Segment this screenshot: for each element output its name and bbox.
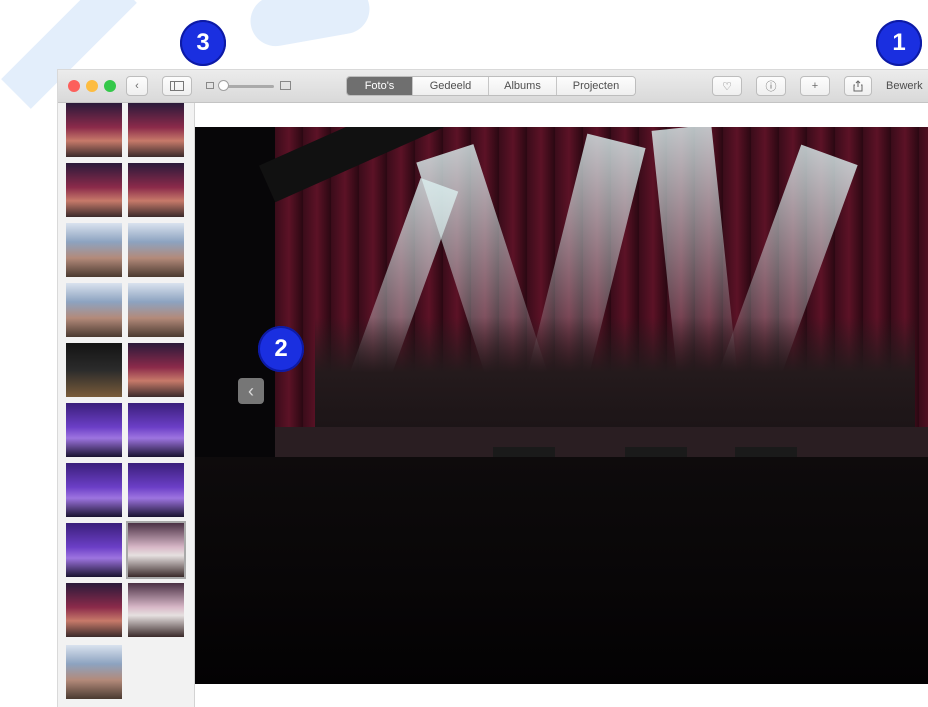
heart-icon: ♡ [722, 80, 732, 93]
thumbnail[interactable] [66, 583, 122, 637]
sidebar-icon [170, 81, 184, 91]
info-button[interactable]: ⓘ [756, 76, 786, 96]
toolbar: ‹ Foto's Gedeeld Albums Projecten ♡ ⓘ + [58, 70, 928, 103]
callout-2: 2 [258, 326, 304, 372]
large-thumbnail-icon [280, 81, 291, 90]
thumbnail[interactable] [66, 103, 122, 157]
edit-button[interactable]: Bewerk [886, 76, 923, 96]
small-thumbnail-icon [206, 82, 214, 89]
favorite-button[interactable]: ♡ [712, 76, 742, 96]
sidebar-toggle-button[interactable] [162, 76, 192, 96]
chevron-left-icon: ‹ [135, 80, 139, 92]
close-window-button[interactable] [68, 80, 80, 92]
thumbnail[interactable] [128, 103, 184, 157]
thumbnail[interactable] [66, 223, 122, 277]
thumbnail[interactable] [128, 403, 184, 457]
thumbnail-selected[interactable] [126, 521, 186, 579]
thumbnail[interactable] [128, 283, 184, 337]
add-button[interactable]: + [800, 76, 830, 96]
thumbnail[interactable] [128, 223, 184, 277]
thumbnail[interactable] [66, 463, 122, 517]
thumbnail[interactable] [66, 163, 122, 217]
view-tabs: Foto's Gedeeld Albums Projecten [346, 76, 636, 96]
zoom-slider[interactable] [222, 85, 274, 88]
thumbnail[interactable] [66, 523, 122, 577]
thumbnail[interactable] [128, 463, 184, 517]
info-icon: ⓘ [765, 81, 777, 93]
thumbnail[interactable] [128, 343, 184, 397]
thumbnail-sidebar[interactable] [58, 103, 195, 707]
share-icon [853, 80, 863, 92]
thumbnail[interactable] [66, 645, 122, 699]
tab-albums[interactable]: Albums [489, 77, 557, 95]
tab-projecten[interactable]: Projecten [557, 77, 635, 95]
photos-window: ‹ Foto's Gedeeld Albums Projecten ♡ ⓘ + [58, 70, 928, 707]
main-photo[interactable] [195, 127, 928, 684]
thumbnail[interactable] [128, 583, 184, 637]
back-button[interactable]: ‹ [126, 76, 148, 96]
audience [195, 457, 928, 684]
previous-photo-button[interactable]: ‹ [238, 378, 264, 404]
fullscreen-window-button[interactable] [104, 80, 116, 92]
callout-3: 3 [180, 20, 226, 66]
watermark-shape [246, 0, 374, 51]
chevron-left-icon: ‹ [248, 380, 254, 401]
share-button[interactable] [844, 76, 872, 96]
zoom-slider-knob[interactable] [218, 80, 229, 91]
thumbnail[interactable] [66, 283, 122, 337]
thumbnail[interactable] [66, 403, 122, 457]
thumbnail[interactable] [66, 343, 122, 397]
plus-icon: + [811, 80, 819, 92]
callout-1: 1 [876, 20, 922, 66]
tab-gedeeld[interactable]: Gedeeld [413, 77, 489, 95]
minimize-window-button[interactable] [86, 80, 98, 92]
thumbnail[interactable] [128, 163, 184, 217]
tab-fotos[interactable]: Foto's [347, 77, 413, 95]
